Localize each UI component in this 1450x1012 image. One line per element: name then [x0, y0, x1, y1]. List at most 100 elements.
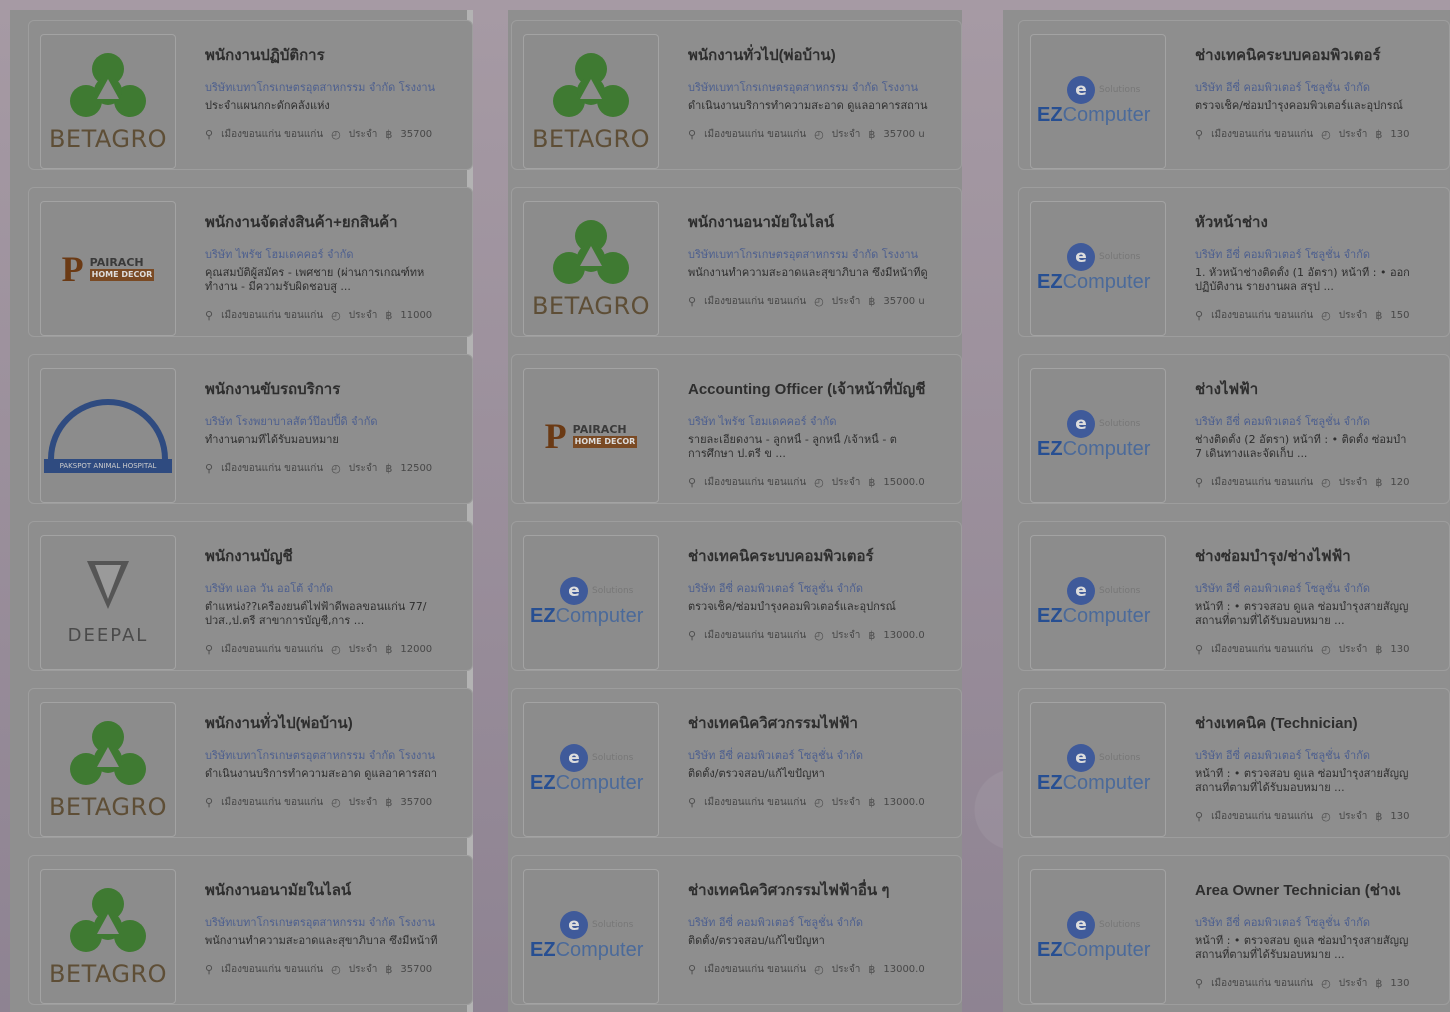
job-card[interactable]: e Solutions EZComputer หัวหน้าช่าง บริษัท …: [1018, 187, 1450, 337]
company-logo[interactable]: DEEPAL: [40, 535, 176, 670]
job-title[interactable]: พนักงานจัดส่งสินค้า+ยกสินค้า: [205, 210, 472, 234]
company-name[interactable]: บริษัท ไพรัช โฮมเดคคอร์ จำกัด: [688, 412, 961, 430]
job-title[interactable]: พนักงานทั่วไป(พ่อบ้าน): [205, 711, 472, 735]
company-logo[interactable]: BETAGRO: [40, 34, 176, 169]
job-card[interactable]: P PAIRACH HOME DECOR พนักงานจัดส่งสินค้า+ย…: [28, 187, 473, 337]
job-card[interactable]: e Solutions EZComputer ช่างเทคนิควิศวกรรมไ…: [511, 688, 962, 838]
ez-e-icon: e: [560, 744, 588, 772]
money-icon: ฿: [868, 796, 876, 809]
job-title[interactable]: ช่างซ่อมบำรุง/ช่างไฟฟ้า: [1195, 544, 1449, 568]
company-name[interactable]: บริษัทเบทาโกรเกษตรอุตสาหกรรม จำกัด โรงงา…: [205, 78, 472, 96]
job-description: ตรวจเช็ค/ซ่อมบำรุงคอมพิวเตอร์และอุปกรณ์: [688, 600, 961, 614]
betagro-wordmark: BETAGRO: [531, 124, 651, 153]
job-salary: 35700: [400, 129, 433, 140]
company-name[interactable]: บริษัท อีซี่ คอมพิวเตอร์ โซลูชั่น จำกัด: [1195, 913, 1449, 931]
company-logo[interactable]: BETAGRO: [40, 702, 176, 837]
description-line-1: ตำแหน่ง??เครื่องยนต์ไฟฟ้าดีพอลขอนแก่น 77…: [205, 600, 427, 613]
company-logo[interactable]: BETAGRO: [40, 869, 176, 1004]
job-card[interactable]: e Solutions EZComputer ช่างไฟฟ้า บริษัท อี…: [1018, 354, 1450, 504]
job-card[interactable]: BETAGRO พนักงานอนามัยในไลน์ บริษัทเบทาโก…: [28, 855, 473, 1005]
company-name[interactable]: บริษัท อีซี่ คอมพิวเตอร์ โซลูชั่น จำกัด: [688, 579, 961, 597]
company-name[interactable]: บริษัท อีซี่ คอมพิวเตอร์ โซลูชั่น จำกัด: [1195, 579, 1449, 597]
job-card[interactable]: BETAGRO พนักงานอนามัยในไลน์ บริษัทเบทาโก…: [511, 187, 962, 337]
job-title[interactable]: ช่างเทคนิคระบบคอมพิวเตอร์: [1195, 43, 1449, 67]
job-title[interactable]: พนักงานอนามัยในไลน์: [688, 210, 961, 234]
description-line-1: หน้าที่ : • ตรวจสอบ ดูแล ซ่อมบำรุงสายสัญ…: [1195, 767, 1409, 780]
ez-solutions-label: Solutions: [1099, 920, 1141, 930]
job-title[interactable]: ช่างเทคนิคระบบคอมพิวเตอร์: [688, 544, 961, 568]
company-name[interactable]: บริษัท อีซี่ คอมพิวเตอร์ โซลูชั่น จำกัด: [1195, 78, 1449, 96]
job-title[interactable]: พนักงานบัญชี: [205, 544, 472, 568]
job-type: ประจำ: [831, 797, 861, 808]
job-meta: ⚲ เมืองขอนแก่น ขอนแก่น ◴ ประจำ ฿ 35700: [205, 127, 472, 142]
job-title[interactable]: ช่างเทคนิควิศวกรรมไฟฟ้า: [688, 711, 961, 735]
company-logo[interactable]: e Solutions EZComputer: [1030, 201, 1166, 336]
job-type: ประจำ: [831, 129, 861, 140]
company-name[interactable]: บริษัท โรงพยาบาลสัตว์ป๊อปปี้ดิ จำกัด: [205, 412, 472, 430]
company-logo[interactable]: e Solutions EZComputer: [523, 869, 659, 1004]
company-logo[interactable]: e Solutions EZComputer: [523, 535, 659, 670]
job-title[interactable]: พนักงานทั่วไป(พ่อบ้าน): [688, 43, 961, 67]
money-icon: ฿: [1375, 476, 1383, 489]
job-info: พนักงานอนามัยในไลน์ บริษัทเบทาโกรเกษตรอุ…: [205, 878, 472, 977]
company-logo[interactable]: e Solutions EZComputer: [1030, 34, 1166, 169]
job-salary: 35700 u: [883, 129, 925, 140]
job-title[interactable]: พนักงานปฏิบัติการ: [205, 43, 472, 67]
job-location: เมืองขอนแก่น ขอนแก่น: [1211, 811, 1314, 822]
map-pin-icon: ⚲: [688, 629, 697, 642]
company-name[interactable]: บริษัท แอล วัน ออโต้ จำกัด: [205, 579, 472, 597]
job-card[interactable]: e Solutions EZComputer ช่างซ่อมบำรุง/ช่างไ…: [1018, 521, 1450, 671]
company-name[interactable]: บริษัทเบทาโกรเกษตรอุตสาหกรรม จำกัด โรงงา…: [205, 746, 472, 764]
company-logo[interactable]: BETAGRO: [523, 34, 659, 169]
job-card[interactable]: BETAGRO พนักงานทั่วไป(พ่อบ้าน) บริษัทเบท…: [511, 20, 962, 170]
job-description: หน้าที่ : • ตรวจสอบ ดูแล ซ่อมบำรุงสายสัญ…: [1195, 600, 1449, 628]
job-card[interactable]: e Solutions EZComputer ช่างเทคนิควิศวกรรมไ…: [511, 855, 962, 1005]
job-title[interactable]: Area Owner Technician (ช่างเ: [1195, 878, 1449, 902]
company-logo[interactable]: e Solutions EZComputer: [1030, 535, 1166, 670]
pairach-p-icon: P: [61, 248, 84, 289]
company-name[interactable]: บริษัทเบทาโกรเกษตรอุตสาหกรรม จำกัด โรงงา…: [688, 78, 961, 96]
company-name[interactable]: บริษัทเบทาโกรเกษตรอุตสาหกรรม จำกัด โรงงา…: [205, 913, 472, 931]
job-card[interactable]: PAKSPOT ANIMAL HOSPITAL พนักงานขับรถบริก…: [28, 354, 473, 504]
job-column-3[interactable]: e Solutions EZComputer ช่างเทคนิคระบบคอมพิ…: [1003, 10, 1450, 1012]
description-line-2: ปฏิบัติงาน รายงานผล สรุป ...: [1195, 280, 1334, 293]
company-name[interactable]: บริษัท อีซี่ คอมพิวเตอร์ โซลูชั่น จำกัด: [1195, 412, 1449, 430]
job-card[interactable]: e Solutions EZComputer ช่างเทคนิค (Technic…: [1018, 688, 1450, 838]
job-card[interactable]: DEEPAL พนักงานบัญชี บริษัท แอล วัน ออโต้…: [28, 521, 473, 671]
company-name[interactable]: บริษัท ไพรัช โฮมเดคคอร์ จำกัด: [205, 245, 472, 263]
job-column-2[interactable]: BETAGRO พนักงานทั่วไป(พ่อบ้าน) บริษัทเบท…: [508, 10, 962, 1012]
company-name[interactable]: บริษัท อีซี่ คอมพิวเตอร์ โซลูชั่น จำกัด: [688, 913, 961, 931]
job-card[interactable]: BETAGRO พนักงานทั่วไป(พ่อบ้าน) บริษัทเบท…: [28, 688, 473, 838]
company-logo[interactable]: e Solutions EZComputer: [1030, 368, 1166, 503]
company-name[interactable]: บริษัทเบทาโกรเกษตรอุตสาหกรรม จำกัด โรงงา…: [688, 245, 961, 263]
job-salary: 35700: [400, 797, 433, 808]
company-name[interactable]: บริษัท อีซี่ คอมพิวเตอร์ โซลูชั่น จำกัด: [1195, 245, 1449, 263]
job-card[interactable]: e Solutions EZComputer ช่างเทคนิคระบบคอมพิ…: [511, 521, 962, 671]
job-title[interactable]: ช่างเทคนิค (Technician): [1195, 711, 1449, 735]
company-name[interactable]: บริษัท อีซี่ คอมพิวเตอร์ โซลูชั่น จำกัด: [1195, 746, 1449, 764]
company-name[interactable]: บริษัท อีซี่ คอมพิวเตอร์ โซลูชั่น จำกัด: [688, 746, 961, 764]
money-icon: ฿: [1375, 810, 1383, 823]
job-title[interactable]: Accounting Officer (เจ้าหน้าที่บัญชี: [688, 377, 961, 401]
job-card[interactable]: e Solutions EZComputer Area Owner Technici…: [1018, 855, 1450, 1005]
job-title[interactable]: หัวหน้าช่าง: [1195, 210, 1449, 234]
job-column-1[interactable]: BETAGRO พนักงานปฏิบัติการ บริษัทเบทาโกรเ…: [10, 10, 473, 1012]
job-card[interactable]: e Solutions EZComputer ช่างเทคนิคระบบคอมพิ…: [1018, 20, 1450, 170]
job-title[interactable]: ช่างเทคนิควิศวกรรมไฟฟ้าอื่น ๆ: [688, 878, 961, 902]
company-logo[interactable]: P PAIRACH HOME DECOR: [40, 201, 176, 336]
company-logo[interactable]: BETAGRO: [523, 201, 659, 336]
job-type: ประจำ: [1338, 811, 1368, 822]
company-logo[interactable]: e Solutions EZComputer: [523, 702, 659, 837]
job-type: ประจำ: [348, 644, 378, 655]
company-logo[interactable]: e Solutions EZComputer: [1030, 702, 1166, 837]
job-card[interactable]: BETAGRO พนักงานปฏิบัติการ บริษัทเบทาโกรเ…: [28, 20, 473, 170]
company-logo[interactable]: PAKSPOT ANIMAL HOSPITAL: [40, 368, 176, 503]
job-title[interactable]: พนักงานขับรถบริการ: [205, 377, 472, 401]
job-title[interactable]: ช่างไฟฟ้า: [1195, 377, 1449, 401]
job-salary: 130: [1390, 811, 1410, 822]
job-title[interactable]: พนักงานอนามัยในไลน์: [205, 878, 472, 902]
company-logo[interactable]: P PAIRACH HOME DECOR: [523, 368, 659, 503]
job-card[interactable]: P PAIRACH HOME DECOR Accounting Officer (เ…: [511, 354, 962, 504]
job-meta: ⚲ เมืองขอนแก่น ขอนแก่น ◴ ประจำ ฿ 15000.0: [688, 475, 961, 490]
company-logo[interactable]: e Solutions EZComputer: [1030, 869, 1166, 1004]
